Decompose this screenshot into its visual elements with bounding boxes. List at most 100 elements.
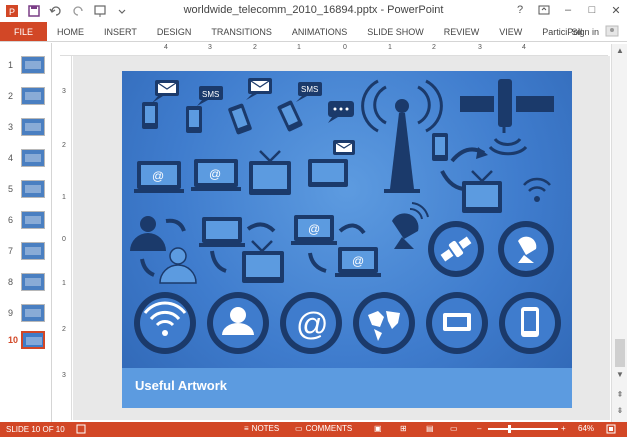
slide-footer-band: Useful Artwork (122, 368, 572, 408)
tab-view[interactable]: VIEW (489, 22, 532, 41)
tab-slide-show[interactable]: SLIDE SHOW (357, 22, 434, 41)
sms-label: SMS (301, 85, 318, 94)
slide-thumbnail[interactable]: 9 (4, 303, 48, 325)
spelling-icon[interactable] (76, 424, 86, 434)
notes-icon: ≡ (244, 424, 249, 433)
radio-tower-icon (361, 79, 443, 193)
mail-bubble-icon (246, 78, 272, 100)
slide-number: 5 (8, 184, 14, 194)
mobile-phone-icon (228, 103, 252, 135)
telecom-icons-artwork: SMS SMS @ @ @ @ @ (130, 78, 561, 354)
at-label: @ (296, 306, 328, 342)
zoom-out-button[interactable]: – (477, 424, 481, 433)
slide-thumbnail-image (21, 56, 45, 74)
ribbon-display-options-icon[interactable] (535, 2, 553, 18)
tab-home[interactable]: HOME (47, 22, 94, 41)
zoom-in-button[interactable]: + (561, 424, 566, 433)
mobile-phone-icon (432, 133, 448, 161)
smartphone-circle-icon (499, 292, 561, 354)
satellite-circle-icon (428, 221, 484, 277)
save-icon[interactable] (26, 3, 42, 19)
ruler-label: 4 (164, 44, 168, 51)
slide[interactable]: SMS SMS @ @ @ @ @ Useful Artwork (122, 71, 572, 408)
slide-thumbnail-image (21, 331, 45, 349)
tab-insert[interactable]: INSERT (94, 22, 147, 41)
fit-slide-icon[interactable] (606, 424, 616, 434)
slide-thumbnail[interactable]: 3 (4, 117, 48, 139)
tab-design[interactable]: DESIGN (147, 22, 202, 41)
scrollbar-thumb[interactable] (615, 339, 625, 367)
help-button[interactable]: ? (511, 2, 529, 18)
vertical-scrollbar[interactable]: ▲ ▼ ⇞ ⇟ (611, 44, 627, 422)
comments-button[interactable]: ▭ COMMENTS (295, 424, 352, 433)
television-icon (462, 170, 502, 213)
at-label: @ (152, 169, 164, 183)
slide-number: 9 (8, 308, 14, 318)
slide-thumbnail[interactable]: 7 (4, 241, 48, 263)
satellite-dish-circle-icon (498, 221, 554, 277)
wifi-circle-icon (134, 292, 196, 354)
maximize-button[interactable]: □ (583, 2, 601, 18)
scroll-down-icon[interactable]: ▼ (615, 370, 625, 380)
mobile-phone-icon (277, 100, 303, 132)
previous-slide-icon[interactable]: ⇞ (615, 390, 625, 400)
redo-icon[interactable] (70, 3, 86, 19)
scroll-up-icon[interactable]: ▲ (615, 46, 625, 56)
comments-label: COMMENTS (305, 424, 353, 433)
ruler-label: 1 (62, 194, 66, 201)
mobile-phone-icon (142, 102, 158, 129)
zoom-level[interactable]: 64% (578, 424, 594, 433)
ruler-label: 3 (62, 88, 66, 95)
television-icon (249, 150, 291, 195)
zoom-slider[interactable] (488, 428, 558, 430)
next-slide-icon[interactable]: ⇟ (615, 406, 625, 416)
normal-view-icon[interactable]: ▣ (374, 424, 382, 433)
undo-icon[interactable] (48, 3, 64, 19)
slide-thumbnails-pane: 1 2 3 4 5 6 7 8 9 10 (0, 43, 52, 422)
close-button[interactable]: ✕ (607, 2, 625, 18)
globe-circle-icon (353, 292, 415, 354)
ruler-label: 3 (208, 44, 212, 51)
sign-in-link[interactable]: Sign in (571, 27, 599, 37)
sms-bubble-icon: SMS (296, 82, 322, 102)
slide-thumbnail[interactable]: 5 (4, 179, 48, 201)
at-label: @ (209, 167, 221, 181)
arrow-icon (210, 250, 227, 273)
user-icon[interactable] (605, 25, 619, 39)
laptop-email-icon: @ (134, 161, 184, 193)
arrow-icon (308, 252, 327, 273)
slide-thumbnail-active[interactable]: 10 (4, 330, 48, 352)
ruler-label: 0 (62, 236, 66, 243)
slide-footer-title[interactable]: Useful Artwork (135, 378, 227, 393)
at-sign-circle-icon: @ (280, 292, 342, 354)
tab-transitions[interactable]: TRANSITIONS (201, 22, 282, 41)
at-label: @ (308, 222, 320, 236)
tab-file[interactable]: FILE (0, 22, 48, 41)
reading-view-icon[interactable]: ▤ (426, 424, 434, 433)
slide-thumbnail-image (21, 87, 45, 105)
laptop-email-icon: @ (335, 247, 381, 277)
slide-sorter-icon[interactable]: ⊞ (400, 424, 407, 433)
ruler-label: 4 (522, 44, 526, 51)
notes-button[interactable]: ≡ NOTES (244, 424, 279, 433)
start-slideshow-icon[interactable] (92, 3, 108, 19)
slide-thumbnail[interactable]: 6 (4, 210, 48, 232)
tab-review[interactable]: REVIEW (434, 22, 490, 41)
slide-thumbnail[interactable]: 8 (4, 272, 48, 294)
slide-number: 7 (8, 246, 14, 256)
powerpoint-logo-icon[interactable]: P (4, 3, 20, 19)
minimize-button[interactable]: – (559, 2, 577, 18)
slide-thumbnail-image (21, 118, 45, 136)
mobile-phone-icon (186, 106, 202, 133)
slide-number: 3 (8, 122, 14, 132)
laptop-email-icon: @ (291, 215, 337, 245)
arrow-icon (165, 218, 186, 232)
zoom-slider-knob[interactable] (508, 425, 511, 433)
slide-thumbnail[interactable]: 1 (4, 55, 48, 77)
satellite-dish-icon (392, 202, 429, 249)
slide-thumbnail[interactable]: 4 (4, 148, 48, 170)
tab-animations[interactable]: ANIMATIONS (282, 22, 357, 41)
slide-thumbnail[interactable]: 2 (4, 86, 48, 108)
customize-qat-icon[interactable] (114, 3, 130, 19)
slideshow-view-icon[interactable]: ▭ (450, 424, 458, 433)
